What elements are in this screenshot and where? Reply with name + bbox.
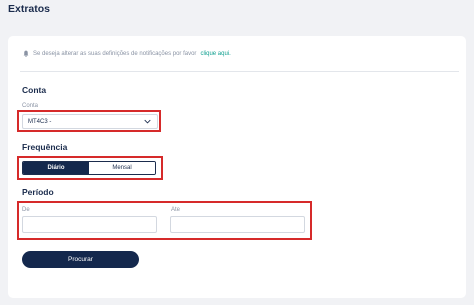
- conta-select[interactable]: MT4C3 -: [22, 114, 158, 129]
- divider: [20, 71, 459, 72]
- notice-link[interactable]: clique aqui.: [200, 51, 230, 57]
- conta-heading: Conta: [22, 85, 47, 95]
- frequency-option-diario[interactable]: Diário: [23, 162, 89, 174]
- frequency-toggle: Diário Mensal: [22, 161, 156, 175]
- to-date-input[interactable]: [170, 216, 305, 233]
- conta-label: Conta: [22, 103, 39, 109]
- notification-notice: Se deseja alterar as suas definições de …: [23, 50, 231, 57]
- bell-icon: [23, 50, 29, 57]
- from-date-input[interactable]: [22, 216, 157, 233]
- periodo-heading: Período: [22, 187, 54, 197]
- notice-text: Se deseja alterar as suas definições de …: [33, 50, 197, 57]
- search-button[interactable]: Procurar: [22, 251, 139, 268]
- conta-select-value: MT4C3 -: [28, 118, 52, 125]
- frequencia-heading: Frequência: [22, 142, 68, 152]
- from-label: De: [22, 207, 30, 213]
- chevron-down-icon: [144, 119, 151, 124]
- to-label: Ate: [171, 207, 181, 213]
- frequency-option-mensal[interactable]: Mensal: [89, 162, 155, 174]
- page-title: Extratos: [8, 3, 51, 15]
